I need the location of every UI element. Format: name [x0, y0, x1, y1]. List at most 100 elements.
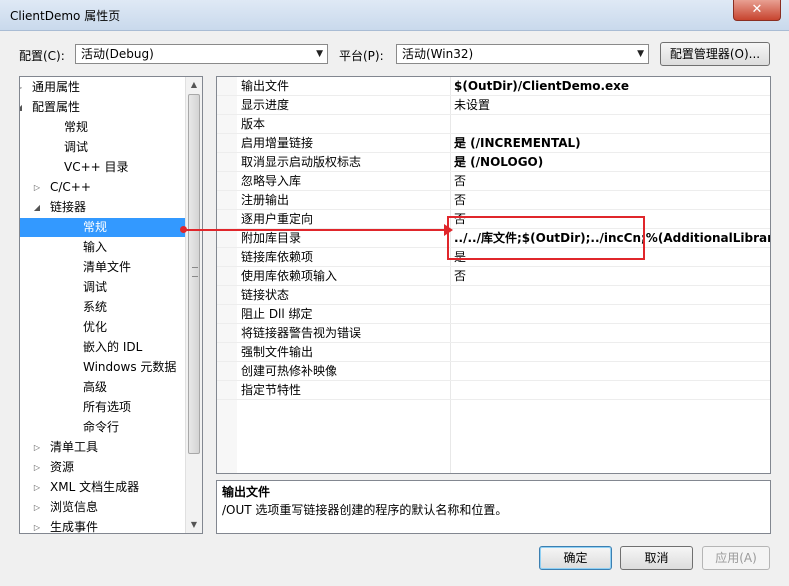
property-name: 指定节特性	[241, 383, 302, 397]
tree-item[interactable]: 常规	[20, 218, 186, 237]
expand-arrow-icon[interactable]: ▷	[32, 458, 42, 477]
tree-item[interactable]: ◢ 配置属性	[20, 98, 80, 117]
tree-item-label: 优化	[83, 320, 108, 334]
close-button[interactable]: ✕	[733, 0, 781, 21]
chevron-down-icon: ▼	[316, 49, 323, 59]
property-row[interactable]: 创建可热修补映像	[217, 362, 770, 381]
property-row[interactable]: 显示进度 未设置	[217, 96, 770, 115]
property-value[interactable]: 未设置	[454, 96, 490, 114]
tree-item[interactable]: 命令行	[83, 418, 119, 437]
property-name: 强制文件输出	[241, 345, 314, 359]
platform-dropdown[interactable]: 活动(Win32) ▼	[396, 44, 649, 64]
expand-arrow-icon[interactable]: ▷	[32, 518, 42, 533]
collapse-arrow-icon[interactable]: ◢	[32, 198, 42, 217]
title-bar: ClientDemo 属性页 ✕	[0, 0, 789, 31]
property-name: 逐用户重定向	[241, 212, 314, 226]
tree-scrollbar[interactable]: ▲ ▼	[185, 77, 202, 533]
tree-item-label: 通用属性	[32, 80, 81, 94]
tree-item[interactable]: 嵌入的 IDL	[83, 338, 142, 357]
tree-item[interactable]: 调试	[64, 138, 88, 157]
tree-item-label: 常规	[83, 220, 108, 234]
tree-item-label: Windows 元数据	[83, 360, 177, 374]
expand-arrow-icon[interactable]: ▷	[32, 438, 42, 457]
tree-item[interactable]: ▷ 清单工具	[34, 438, 99, 457]
tree-item-label: C/C++	[50, 180, 91, 194]
config-value: 活动(Debug)	[81, 47, 154, 61]
property-value[interactable]: 否	[454, 172, 466, 190]
tree-item[interactable]: ▷ 浏览信息	[34, 498, 99, 517]
tree-item[interactable]: 输入	[83, 238, 107, 257]
annotation-highlight-box	[447, 216, 645, 260]
tree-item-label: 输入	[83, 240, 108, 254]
description-title: 输出文件	[222, 485, 271, 499]
property-row[interactable]: 注册输出 否	[217, 191, 770, 210]
tree-item-label: 常规	[64, 120, 89, 134]
property-value[interactable]: 是 (/NOLOGO)	[454, 153, 543, 171]
ok-button[interactable]: 确定	[539, 546, 612, 570]
window-title: ClientDemo 属性页	[10, 9, 121, 23]
tree-item[interactable]: 常规	[64, 118, 88, 137]
property-grid[interactable]: 输出文件 $(OutDir)/ClientDemo.exe 显示进度 未设置版本启用增…	[216, 76, 771, 474]
property-row[interactable]: 链接状态	[217, 286, 770, 305]
description-panel: 输出文件 /OUT 选项重写链接器创建的程序的默认名称和位置。	[216, 480, 771, 534]
tree-item-label: 高级	[83, 380, 108, 394]
property-row[interactable]: 忽略导入库 否	[217, 172, 770, 191]
property-value[interactable]: $(OutDir)/ClientDemo.exe	[454, 77, 629, 95]
tree-item-label: VC++ 目录	[64, 160, 129, 174]
tree-item[interactable]: ▷ XML 文档生成器	[34, 478, 139, 497]
collapse-arrow-icon[interactable]: ◢	[20, 98, 24, 117]
tree-item[interactable]: 优化	[83, 318, 107, 337]
config-dropdown[interactable]: 活动(Debug) ▼	[75, 44, 328, 64]
property-row[interactable]: 使用库依赖项输入 否	[217, 267, 770, 286]
property-name: 注册输出	[241, 193, 290, 207]
scroll-up-icon[interactable]: ▲	[186, 77, 202, 93]
tree-item[interactable]: ▷ 生成事件	[34, 518, 98, 533]
expand-arrow-icon[interactable]: ▷	[32, 178, 42, 197]
tree-item[interactable]: 所有选项	[83, 398, 131, 417]
property-value[interactable]: 是 (/INCREMENTAL)	[454, 134, 581, 152]
scroll-down-icon[interactable]: ▼	[186, 517, 202, 533]
property-row[interactable]: 启用增量链接 是 (/INCREMENTAL)	[217, 134, 770, 153]
property-row[interactable]: 取消显示启动版权标志 是 (/NOLOGO)	[217, 153, 770, 172]
property-name: 忽略导入库	[241, 174, 302, 188]
property-row[interactable]: 输出文件 $(OutDir)/ClientDemo.exe	[217, 77, 770, 96]
tree-item[interactable]: Windows 元数据	[83, 358, 176, 377]
property-row[interactable]: 指定节特性	[217, 381, 770, 400]
scroll-thumb[interactable]	[188, 94, 200, 454]
tree-item-label: 浏览信息	[50, 500, 99, 514]
tree-item[interactable]: ▷ 资源	[34, 458, 74, 477]
property-row[interactable]: 将链接器警告视为错误	[217, 324, 770, 343]
apply-button[interactable]: 应用(A)	[702, 546, 770, 570]
tree-item[interactable]: VC++ 目录	[64, 158, 129, 177]
tree-item-label: 清单工具	[50, 440, 99, 454]
tree-item[interactable]: ▷ 通用属性	[20, 78, 81, 97]
config-manager-button[interactable]: 配置管理器(O)...	[660, 42, 770, 66]
tree-item[interactable]: ▷ C/C++	[34, 178, 91, 197]
property-row[interactable]: 版本	[217, 115, 770, 134]
property-value[interactable]: 否	[454, 191, 466, 209]
tree-item[interactable]: ◢ 链接器	[34, 198, 86, 217]
property-row[interactable]: 阻止 Dll 绑定	[217, 305, 770, 324]
tree-item[interactable]: 清单文件	[83, 258, 131, 277]
tree-item[interactable]: 高级	[83, 378, 107, 397]
tree-item[interactable]: 系统	[83, 298, 107, 317]
tree-item-label: 调试	[83, 280, 108, 294]
property-name: 使用库依赖项输入	[241, 269, 338, 283]
chevron-down-icon: ▼	[637, 49, 644, 59]
tree-item-label: 命令行	[83, 420, 120, 434]
platform-label: 平台(P):	[339, 49, 384, 63]
property-name: 创建可热修补映像	[241, 364, 338, 378]
expand-arrow-icon[interactable]: ▷	[20, 78, 24, 97]
description-text: /OUT 选项重写链接器创建的程序的默认名称和位置。	[222, 503, 508, 517]
expand-arrow-icon[interactable]: ▷	[32, 498, 42, 517]
property-row[interactable]: 强制文件输出	[217, 343, 770, 362]
expand-arrow-icon[interactable]: ▷	[32, 478, 42, 497]
property-name: 输出文件	[241, 79, 290, 93]
property-name: 版本	[241, 117, 266, 131]
property-value[interactable]: 否	[454, 267, 466, 285]
platform-value: 活动(Win32)	[402, 47, 474, 61]
tree-item-label: 所有选项	[83, 400, 132, 414]
category-tree[interactable]: ▷通用属性◢配置属性常规调试VC++ 目录▷C/C++◢链接器常规输入清单文件调…	[19, 76, 203, 534]
tree-item[interactable]: 调试	[83, 278, 107, 297]
cancel-button[interactable]: 取消	[620, 546, 693, 570]
